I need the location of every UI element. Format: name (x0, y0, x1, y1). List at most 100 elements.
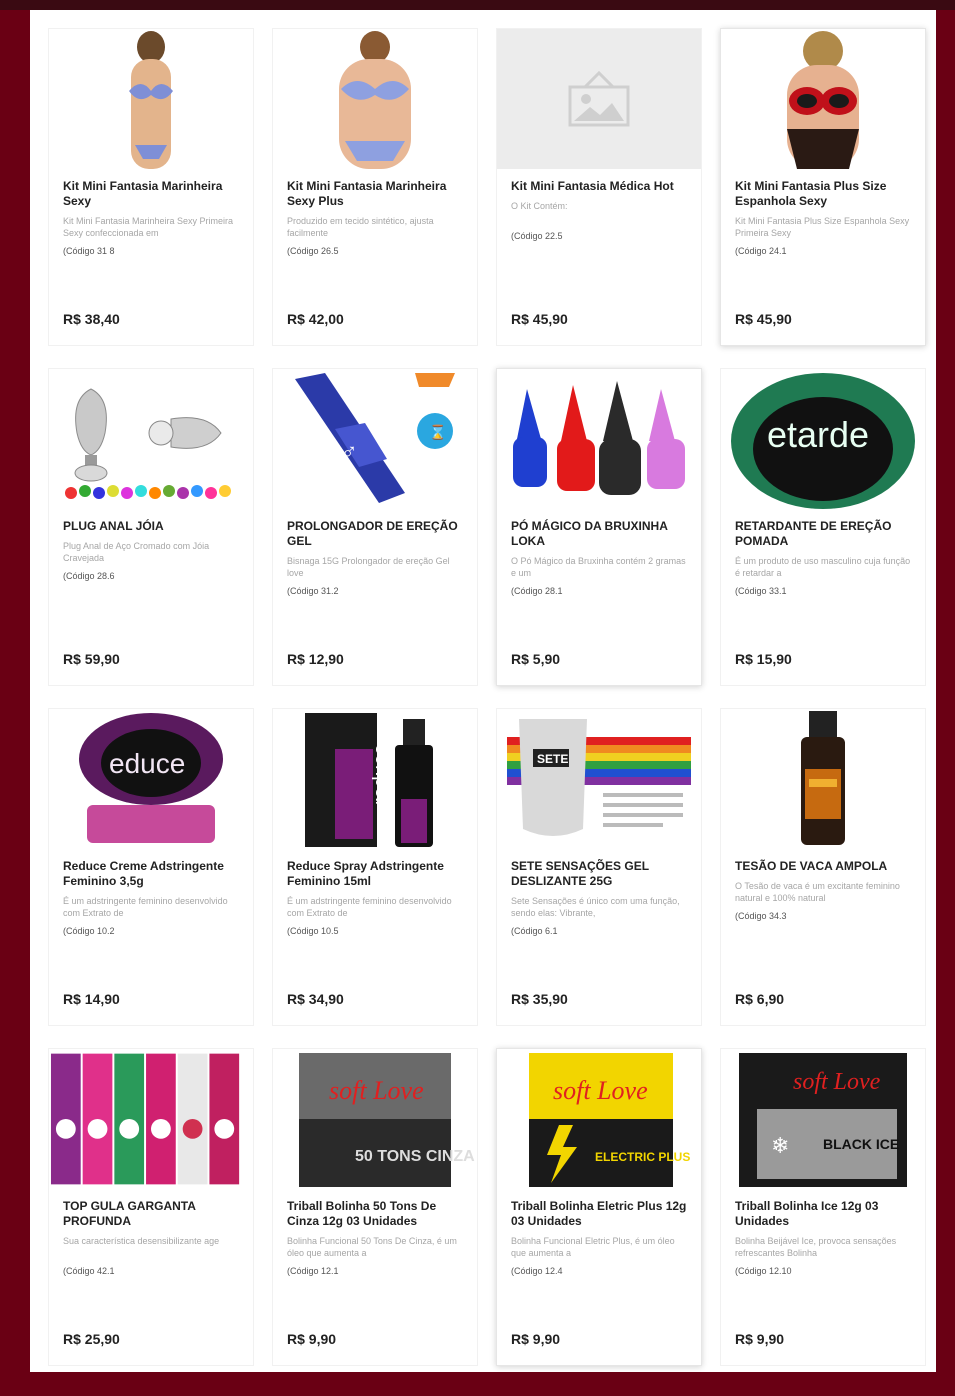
product-code: (Código 12.4 (511, 1266, 563, 1276)
black-ice-label: BLACK ICE (823, 1136, 899, 1152)
product-description: É um adstringente feminino desenvolvido … (63, 896, 228, 918)
product-card[interactable]: PLUG ANAL JÓIA Plug Anal de Aço Cromado … (48, 368, 254, 686)
product-name[interactable]: Kit Mini Fantasia Plus Size Espanhola Se… (735, 179, 911, 209)
bikini-blue-icon (49, 29, 253, 169)
product-price: R$ 12,90 (287, 651, 344, 667)
soft-love-yellow-icon: soft Love ELECTRIC PLUS (497, 1049, 701, 1189)
bikini-blue-plus-icon (273, 29, 477, 169)
product-card[interactable]: TOP GULA GARGANTA PROFUNDA Sua caracterí… (48, 1048, 254, 1366)
product-card[interactable]: soft Love ELECTRIC PLUS Triball Bolinha … (496, 1048, 702, 1366)
product-price: R$ 14,90 (63, 991, 120, 1007)
product-description: O Kit Contém: (511, 201, 568, 211)
product-description: O Pó Mágico da Bruxinha contém 2 gramas … (511, 556, 686, 578)
yellow-label: ELECTRIC PLUS (595, 1150, 690, 1164)
product-price: R$ 9,90 (287, 1331, 337, 1347)
product-description: Bisnaga 15G Prolongador de ereção Gel lo… (287, 556, 450, 578)
product-card[interactable]: soft Love 50 TONS CINZA Triball Bolinha … (272, 1048, 478, 1366)
product-card[interactable]: soft Love ❄ BLACK ICE Triball Bolinha Ic… (720, 1048, 926, 1366)
product-description: Bolinha Funcional Eletric Plus, é um óle… (511, 1236, 675, 1258)
product-card[interactable]: educe Reduce Creme Adstringente Feminino… (48, 708, 254, 1026)
metal-plug-jewels-icon (49, 369, 253, 509)
colorful-boxes-icon (49, 1049, 253, 1189)
retarde-label: etarde (767, 414, 869, 455)
product-price: R$ 38,40 (63, 311, 120, 327)
product-name[interactable]: SETE SENSAÇÕES GEL DESLIZANTE 25G (511, 859, 687, 889)
product-card[interactable]: Kit Mini Fantasia Marinheira Sexy Plus P… (272, 28, 478, 346)
product-code: (Código 42.1 (63, 1266, 115, 1276)
product-card[interactable]: ♂ ⌛ PROLONGADOR DE EREÇÃO GEL Bisnaga 15… (272, 368, 478, 686)
reduce-box-label: reduce (370, 744, 392, 805)
product-card[interactable]: Kit Mini Fantasia Marinheira Sexy Kit Mi… (48, 28, 254, 346)
image-placeholder-icon (497, 29, 701, 169)
product-code: (Código 12.1 (287, 1266, 339, 1276)
gray-label: 50 TONS CINZA (355, 1148, 475, 1165)
reduce-spray-box-icon: reduce (273, 709, 477, 849)
product-card[interactable]: Kit Mini Fantasia Médica Hot O Kit Conté… (496, 28, 702, 346)
product-name[interactable]: Triball Bolinha Eletric Plus 12g 03 Unid… (511, 1199, 687, 1229)
product-name[interactable]: Triball Bolinha 50 Tons De Cinza 12g 03 … (287, 1199, 463, 1229)
witch-hats-icon (497, 369, 701, 509)
product-name[interactable]: PÓ MÁGICO DA BRUXINHA LOKA (511, 519, 687, 549)
product-price: R$ 15,90 (735, 651, 792, 667)
product-description: Sua característica desensibilizante age (63, 1236, 220, 1246)
product-grid: Kit Mini Fantasia Marinheira Sexy Kit Mi… (48, 28, 926, 1366)
sete-label: SETE (537, 752, 568, 766)
product-description: Produzido em tecido sintético, ajusta fa… (287, 216, 434, 238)
product-code: (Código 33.1 (735, 586, 787, 596)
product-description: Bolinha Beijável Ice, provoca sensações … (735, 1236, 897, 1258)
product-description: É um produto de uso masculino cuja funçã… (735, 556, 911, 578)
product-price: R$ 9,90 (735, 1331, 785, 1347)
svg-text:⌛: ⌛ (429, 424, 446, 441)
product-list-panel: Kit Mini Fantasia Marinheira Sexy Kit Mi… (30, 10, 936, 1372)
product-card[interactable]: Kit Mini Fantasia Plus Size Espanhola Se… (720, 28, 926, 346)
product-code: (Código 26.5 (287, 246, 339, 256)
product-price: R$ 59,90 (63, 651, 120, 667)
soft-love-gray-icon: soft Love 50 TONS CINZA (273, 1049, 477, 1189)
product-name[interactable]: Reduce Spray Adstringente Feminino 15ml (287, 859, 463, 889)
product-description: O Tesão de vaca é um excitante feminino … (735, 881, 900, 903)
product-description: Sete Sensações é único com uma função, s… (511, 896, 680, 918)
product-name[interactable]: Kit Mini Fantasia Marinheira Sexy (63, 179, 239, 209)
product-card[interactable]: reduce Reduce Spray Adstringente Feminin… (272, 708, 478, 1026)
amber-ampoule-icon (721, 709, 925, 849)
soft-love-black-ice-icon: soft Love ❄ BLACK ICE (721, 1049, 925, 1189)
product-code: (Código 34.3 (735, 911, 787, 921)
purple-jar-reduce-icon: educe (49, 709, 253, 849)
product-card[interactable]: TESÃO DE VACA AMPOLA O Tesão de vaca é u… (720, 708, 926, 1026)
product-price: R$ 34,90 (287, 991, 344, 1007)
product-price: R$ 6,90 (735, 991, 785, 1007)
product-name[interactable]: TESÃO DE VACA AMPOLA (735, 859, 911, 874)
product-card[interactable]: etarde RETARDANTE DE EREÇÃO POMADA É um … (720, 368, 926, 686)
product-name[interactable]: PLUG ANAL JÓIA (63, 519, 239, 534)
product-code: (Código 24.1 (735, 246, 787, 256)
product-name[interactable]: PROLONGADOR DE EREÇÃO GEL (287, 519, 463, 549)
product-description: É um adstringente feminino desenvolvido … (287, 896, 452, 918)
green-jar-retarde-icon: etarde (721, 369, 925, 509)
product-name[interactable]: RETARDANTE DE EREÇÃO POMADA (735, 519, 911, 549)
product-code: (Código 31.2 (287, 586, 339, 596)
soft-love-label: soft Love (793, 1069, 881, 1095)
soft-love-label: soft Love (553, 1076, 648, 1105)
product-price: R$ 35,90 (511, 991, 568, 1007)
product-price: R$ 42,00 (287, 311, 344, 327)
product-code: (Código 28.6 (63, 571, 115, 581)
product-card[interactable]: PÓ MÁGICO DA BRUXINHA LOKA O Pó Mágico d… (496, 368, 702, 686)
product-name[interactable]: Reduce Creme Adstringente Feminino 3,5g (63, 859, 239, 889)
rainbow-gel-box-icon: SETE (497, 709, 701, 849)
reduce-label: educe (109, 748, 185, 779)
product-description: Kit Mini Fantasia Marinheira Sexy Primei… (63, 216, 234, 238)
blue-tube-icon: ♂ ⌛ (273, 369, 477, 509)
snowflake-icon: ❄ (771, 1133, 789, 1158)
product-name[interactable]: TOP GULA GARGANTA PROFUNDA (63, 1199, 239, 1229)
product-price: R$ 45,90 (735, 311, 792, 327)
product-code: (Código 6.1 (511, 926, 558, 936)
lingerie-red-black-icon (721, 29, 925, 169)
product-name[interactable]: Triball Bolinha Ice 12g 03 Unidades (735, 1199, 911, 1229)
product-card[interactable]: SETE SETE SENSAÇÕES GEL DESLIZANTE 25G S… (496, 708, 702, 1026)
product-name[interactable]: Kit Mini Fantasia Médica Hot (511, 179, 687, 194)
soft-love-label: soft Love (329, 1076, 424, 1105)
svg-text:♂: ♂ (341, 439, 358, 464)
product-price: R$ 45,90 (511, 311, 568, 327)
product-name[interactable]: Kit Mini Fantasia Marinheira Sexy Plus (287, 179, 463, 209)
product-description: Plug Anal de Aço Cromado com Jóia Cravej… (63, 541, 210, 563)
